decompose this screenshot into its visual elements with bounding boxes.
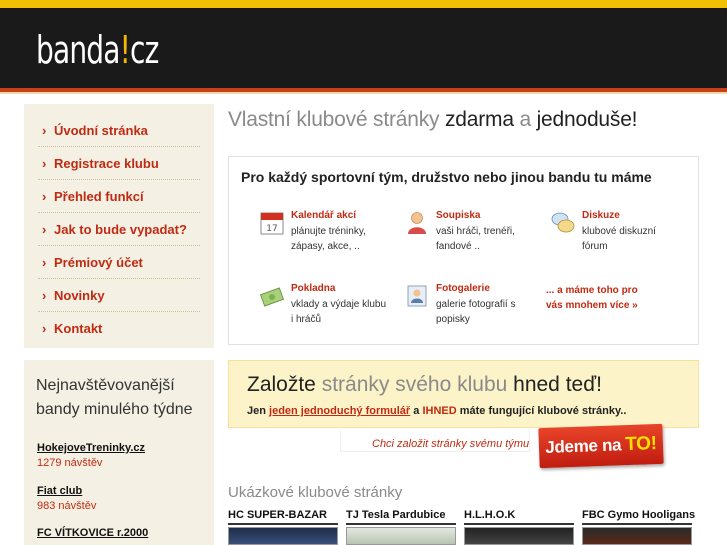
calendar-icon: 17	[260, 212, 284, 235]
sample-site-link[interactable]: H.L.H.O.K	[464, 509, 515, 521]
discussion-icon	[551, 212, 575, 233]
logo-bang: !	[119, 28, 131, 72]
nav-item-kontakt[interactable]: Kontakt	[38, 312, 200, 345]
sample-site-thumbnail[interactable]	[464, 527, 574, 545]
signup-go-button[interactable]: Jdeme na TO!	[538, 423, 664, 469]
feature-title: Pokladna	[291, 283, 336, 294]
header-divider-light	[0, 92, 727, 94]
samples-title: Ukázkové klubové stránky	[228, 484, 403, 501]
title-part-strong: zdarma	[444, 108, 514, 131]
popular-band-visits: 1279 návštěv	[37, 457, 103, 469]
nav-item-uvodni-stranka[interactable]: Úvodní stránka	[38, 114, 200, 147]
sample-site-thumbnail[interactable]	[582, 527, 692, 545]
money-icon	[260, 287, 284, 307]
cta-title-part-light: stránky svého klubu	[321, 373, 508, 396]
logo-suffix: cz	[130, 28, 159, 72]
cta-title: Založte stránky svého klubu hned teď!	[247, 373, 602, 397]
go-button-label: Jdeme na	[544, 435, 622, 457]
features-heading: Pro každý sportovní tým, družstvo nebo j…	[241, 169, 652, 185]
feature-desc: klubové diskuzní fórum	[582, 226, 656, 252]
nav-item-premiovy-ucet[interactable]: Prémiový účet	[38, 246, 200, 279]
feature-title: Kalendář akcí	[291, 210, 357, 221]
sample-site-link[interactable]: FBC Gymo Hooligans	[582, 509, 695, 521]
feature-photo-gallery[interactable]: Fotogalerie galerie fotografií s popisky	[404, 283, 544, 325]
cta-title-part: hned teď!	[507, 373, 602, 396]
popular-band-link[interactable]: HokejoveTreninky.cz	[37, 442, 145, 454]
feature-desc: vklady a výdaje klubu i hráčů	[291, 299, 387, 325]
feature-roster[interactable]: Soupiska vaši hráči, trenéři, fandové ..	[404, 210, 544, 252]
feature-calendar[interactable]: 17 Kalendář akcí plánujte tréninky, zápa…	[259, 210, 399, 252]
sidebar-nav: Úvodní stránka Registrace klubu Přehled …	[24, 104, 214, 348]
nav-item-prehled-funkci[interactable]: Přehled funkcí	[38, 180, 200, 213]
nav-item-novinky[interactable]: Novinky	[38, 279, 200, 312]
signup-cta: Založte stránky svého klubu hned teď! Je…	[228, 360, 699, 428]
sample-divider	[582, 523, 692, 525]
features-box: Pro každý sportovní tým, družstvo nebo j…	[228, 156, 699, 345]
nav-item-registrace-klubu[interactable]: Registrace klubu	[38, 147, 200, 180]
page-title: Vlastní klubové stránky zdarma a jednodu…	[228, 108, 638, 132]
signup-form-link[interactable]: jeden jednoduchý formulář	[269, 405, 410, 417]
feature-desc: plánujte tréninky, zápasy, akce, ..	[291, 226, 366, 252]
popular-band-link[interactable]: FC VÍTKOVICE r.2000	[37, 527, 148, 539]
cta-sub-part: máte fungující klubové stránky..	[456, 405, 627, 417]
sample-divider	[464, 523, 574, 525]
sample-site-link[interactable]: HC SUPER-BAZAR	[228, 509, 327, 521]
feature-title: Soupiska	[436, 210, 481, 221]
feature-cashbox[interactable]: Pokladna vklady a výdaje klubu i hráčů	[259, 283, 399, 325]
cta-sub-highlight: IHNED	[422, 405, 457, 417]
cta-subtitle: Jen jeden jednoduchý formulář a IHNED má…	[247, 405, 626, 417]
title-part: a	[513, 108, 537, 131]
feature-discussion[interactable]: Diskuze klubové diskuzní fórum	[550, 210, 690, 252]
feature-desc: vaši hráči, trenéři, fandové ..	[436, 226, 515, 252]
cta-sub-part: Jen	[247, 405, 270, 417]
popular-bands-title: Nejnavštěvovanější bandy minulého týdne	[36, 377, 193, 418]
sample-site-thumbnail[interactable]	[228, 527, 338, 545]
person-icon	[408, 212, 426, 234]
nav-item-jak-to-bude-vypadat[interactable]: Jak to bude vypadat?	[38, 213, 200, 246]
more-features-link[interactable]: ... a máme toho pro vás mnohem více »	[546, 283, 656, 313]
feature-title: Fotogalerie	[436, 283, 490, 294]
popular-bands-panel: Nejnavštěvovanější bandy minulého týdne …	[24, 360, 214, 545]
site-logo[interactable]: banda!cz	[36, 30, 159, 70]
popular-band-visits: 983 návštěv	[37, 500, 97, 512]
cta-prompt-text[interactable]: Chci založit stránky svému týmu	[372, 438, 529, 450]
photo-icon	[407, 285, 427, 307]
feature-title: Diskuze	[582, 210, 620, 221]
popular-band-link[interactable]: Fiat club	[37, 485, 82, 497]
sample-site-link[interactable]: TJ Tesla Pardubice	[346, 509, 445, 521]
sample-divider	[346, 523, 456, 525]
svg-text:17: 17	[266, 224, 277, 234]
cta-title-part: Založte	[247, 373, 322, 396]
top-accent-bar	[0, 0, 727, 8]
sample-divider	[228, 523, 338, 525]
site-header: banda!cz	[0, 8, 727, 88]
cta-sub-part: a	[410, 405, 423, 417]
title-part: Vlastní klubové stránky	[228, 108, 445, 131]
logo-text: banda	[36, 28, 120, 72]
feature-desc: galerie fotografií s popisky	[436, 299, 516, 325]
sample-site-thumbnail[interactable]	[346, 527, 456, 545]
go-button-label-accent: TO!	[624, 433, 658, 456]
title-part-strong: jednoduše!	[536, 108, 638, 131]
